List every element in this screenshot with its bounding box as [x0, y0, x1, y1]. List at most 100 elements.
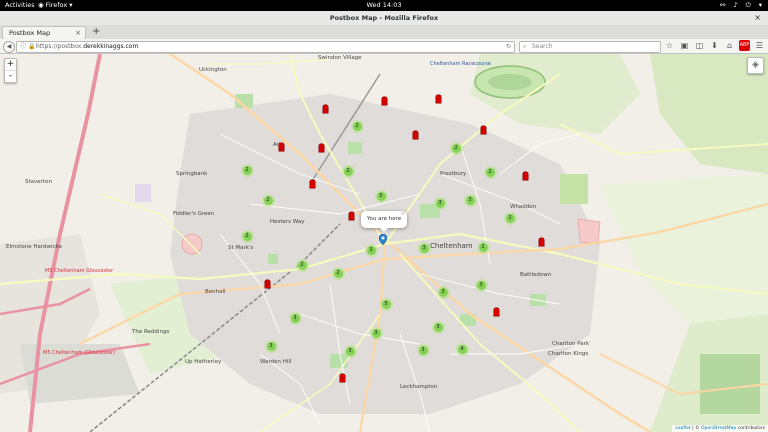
- postbox-cluster[interactable]: 3: [416, 343, 430, 357]
- postbox-marker[interactable]: [435, 95, 441, 103]
- tab-postbox-map[interactable]: Postbox Map ×: [2, 26, 86, 39]
- cluster-count: 3: [433, 322, 443, 332]
- network-icon: ⚯: [719, 1, 726, 9]
- postbox-marker[interactable]: [278, 143, 284, 151]
- postbox-cluster[interactable]: 2: [240, 163, 254, 177]
- map-view[interactable]: Uckington Swindon Village Cheltenham Rac…: [0, 54, 768, 432]
- postbox-cluster[interactable]: 2: [261, 193, 275, 207]
- place-label-hester: Hesters Way: [270, 219, 305, 225]
- place-label-staverton: Staverton: [25, 179, 52, 185]
- postbox-marker[interactable]: [322, 105, 328, 113]
- leaflet-link[interactable]: Leaflet: [675, 426, 690, 431]
- postbox-marker[interactable]: [493, 308, 499, 316]
- postbox-cluster[interactable]: 3: [364, 243, 378, 257]
- postbox-cluster[interactable]: 2: [350, 119, 364, 133]
- postbox-marker[interactable]: [522, 172, 528, 180]
- place-label-battledown: Battledown: [520, 272, 552, 278]
- postbox-cluster[interactable]: 2: [449, 141, 463, 155]
- postbox-cluster[interactable]: 3: [417, 241, 431, 255]
- postbox-marker[interactable]: [264, 280, 270, 288]
- adblock-icon[interactable]: ABP: [739, 40, 750, 51]
- screenshot-icon[interactable]: ▣: [679, 40, 690, 51]
- postbox-cluster[interactable]: 3: [343, 344, 357, 358]
- postbox-marker[interactable]: [339, 374, 345, 382]
- postbox-cluster[interactable]: 3: [463, 193, 477, 207]
- pocket-icon[interactable]: ◫: [694, 40, 705, 51]
- search-icon: ⌕: [523, 43, 527, 50]
- back-button[interactable]: ◀: [3, 41, 15, 53]
- cluster-count: 2: [485, 167, 495, 177]
- new-tab-button[interactable]: +: [92, 25, 100, 39]
- postbox-marker[interactable]: [381, 97, 387, 105]
- cluster-count: 3: [438, 287, 448, 297]
- postbox-cluster[interactable]: 3: [264, 339, 278, 353]
- postbox-cluster[interactable]: 2: [240, 229, 254, 243]
- place-label-m5-south: M5 Cheltenham (Gloucester): [43, 350, 116, 356]
- cluster-count: 2: [352, 121, 362, 131]
- place-label-charlton-park: Charlton Park: [552, 341, 590, 347]
- cluster-count: 3: [435, 198, 445, 208]
- bookmark-star-icon[interactable]: ☆: [664, 40, 675, 51]
- postbox-cluster[interactable]: 5: [374, 189, 388, 203]
- lock-icon[interactable]: 🔒: [28, 42, 35, 52]
- place-label-reddings: The Reddings: [132, 329, 170, 335]
- postbox-cluster[interactable]: 3: [288, 311, 302, 325]
- menu-icon[interactable]: ☰: [754, 40, 765, 51]
- postbox-cluster[interactable]: 2: [476, 240, 490, 254]
- postbox-cluster[interactable]: 5: [379, 297, 393, 311]
- postbox-cluster[interactable]: 3: [433, 196, 447, 210]
- popup-close-button[interactable]: ×: [401, 206, 405, 223]
- system-tray[interactable]: ⚯ ♪ ⏻ ▾: [720, 0, 762, 11]
- zoom-control: + -: [4, 58, 17, 83]
- window-close-button[interactable]: ×: [754, 11, 761, 25]
- layers-icon: ◈: [752, 60, 759, 70]
- postbox-cluster[interactable]: 2: [331, 266, 345, 280]
- url-bar[interactable]: ⓘ 🔒 https://postbox.derekkinaggs.com ↻: [16, 41, 515, 53]
- cluster-count: 2: [451, 143, 461, 153]
- postbox-cluster[interactable]: 2: [483, 165, 497, 179]
- cluster-count: 3: [371, 328, 381, 338]
- location-marker-icon[interactable]: [379, 234, 387, 245]
- osm-link[interactable]: OpenStreetMap: [701, 426, 736, 431]
- home-icon[interactable]: ⌂: [724, 40, 735, 51]
- volume-icon: ♪: [733, 1, 738, 9]
- search-input[interactable]: ⌕ Search: [519, 41, 661, 53]
- place-label-charlton: Charlton Kings: [548, 351, 589, 357]
- map-attribution: Leaflet | © OpenStreetMap contributors: [672, 425, 768, 432]
- postbox-marker[interactable]: [348, 212, 354, 220]
- postbox-cluster[interactable]: 3: [431, 320, 445, 334]
- place-label-racecourse: Cheltenham Racecourse: [430, 61, 491, 67]
- zoom-in-button[interactable]: +: [5, 59, 16, 70]
- postbox-cluster[interactable]: 2: [503, 211, 517, 225]
- place-label-leckhampton: Leckhampton: [400, 384, 438, 390]
- cluster-count: 3: [290, 313, 300, 323]
- postbox-cluster[interactable]: 2: [295, 258, 309, 272]
- tab-label: Postbox Map: [9, 29, 51, 37]
- zoom-out-button[interactable]: -: [5, 70, 16, 82]
- url-text[interactable]: https://postbox.derekkinaggs.com: [36, 42, 138, 52]
- postbox-marker[interactable]: [309, 180, 315, 188]
- postbox-marker[interactable]: [412, 131, 418, 139]
- reload-icon[interactable]: ↻: [506, 42, 511, 52]
- postbox-cluster[interactable]: 3: [369, 326, 383, 340]
- postbox-cluster[interactable]: 3: [436, 285, 450, 299]
- attribution-tail: contributors: [736, 426, 765, 431]
- place-label-fiddlers: Fiddler's Green: [173, 211, 215, 217]
- postbox-marker[interactable]: [538, 238, 544, 246]
- postbox-marker[interactable]: [318, 144, 324, 152]
- cluster-count: 2: [242, 165, 252, 175]
- layers-control[interactable]: ◈: [747, 57, 764, 74]
- attribution-separator: | ©: [690, 426, 701, 431]
- place-label-benhall: Benhall: [205, 289, 226, 295]
- cluster-count: 2: [297, 260, 307, 270]
- postbox-marker[interactable]: [480, 126, 486, 134]
- cluster-count: 3: [476, 280, 486, 290]
- postbox-cluster[interactable]: 4: [455, 342, 469, 356]
- info-icon[interactable]: ⓘ: [20, 42, 26, 52]
- cluster-count: 3: [345, 346, 355, 356]
- postbox-cluster[interactable]: 2: [341, 164, 355, 178]
- cluster-count: 3: [465, 195, 475, 205]
- download-icon[interactable]: ⬇: [709, 40, 720, 51]
- clock[interactable]: Wed 14:03: [0, 0, 768, 11]
- postbox-cluster[interactable]: 3: [474, 278, 488, 292]
